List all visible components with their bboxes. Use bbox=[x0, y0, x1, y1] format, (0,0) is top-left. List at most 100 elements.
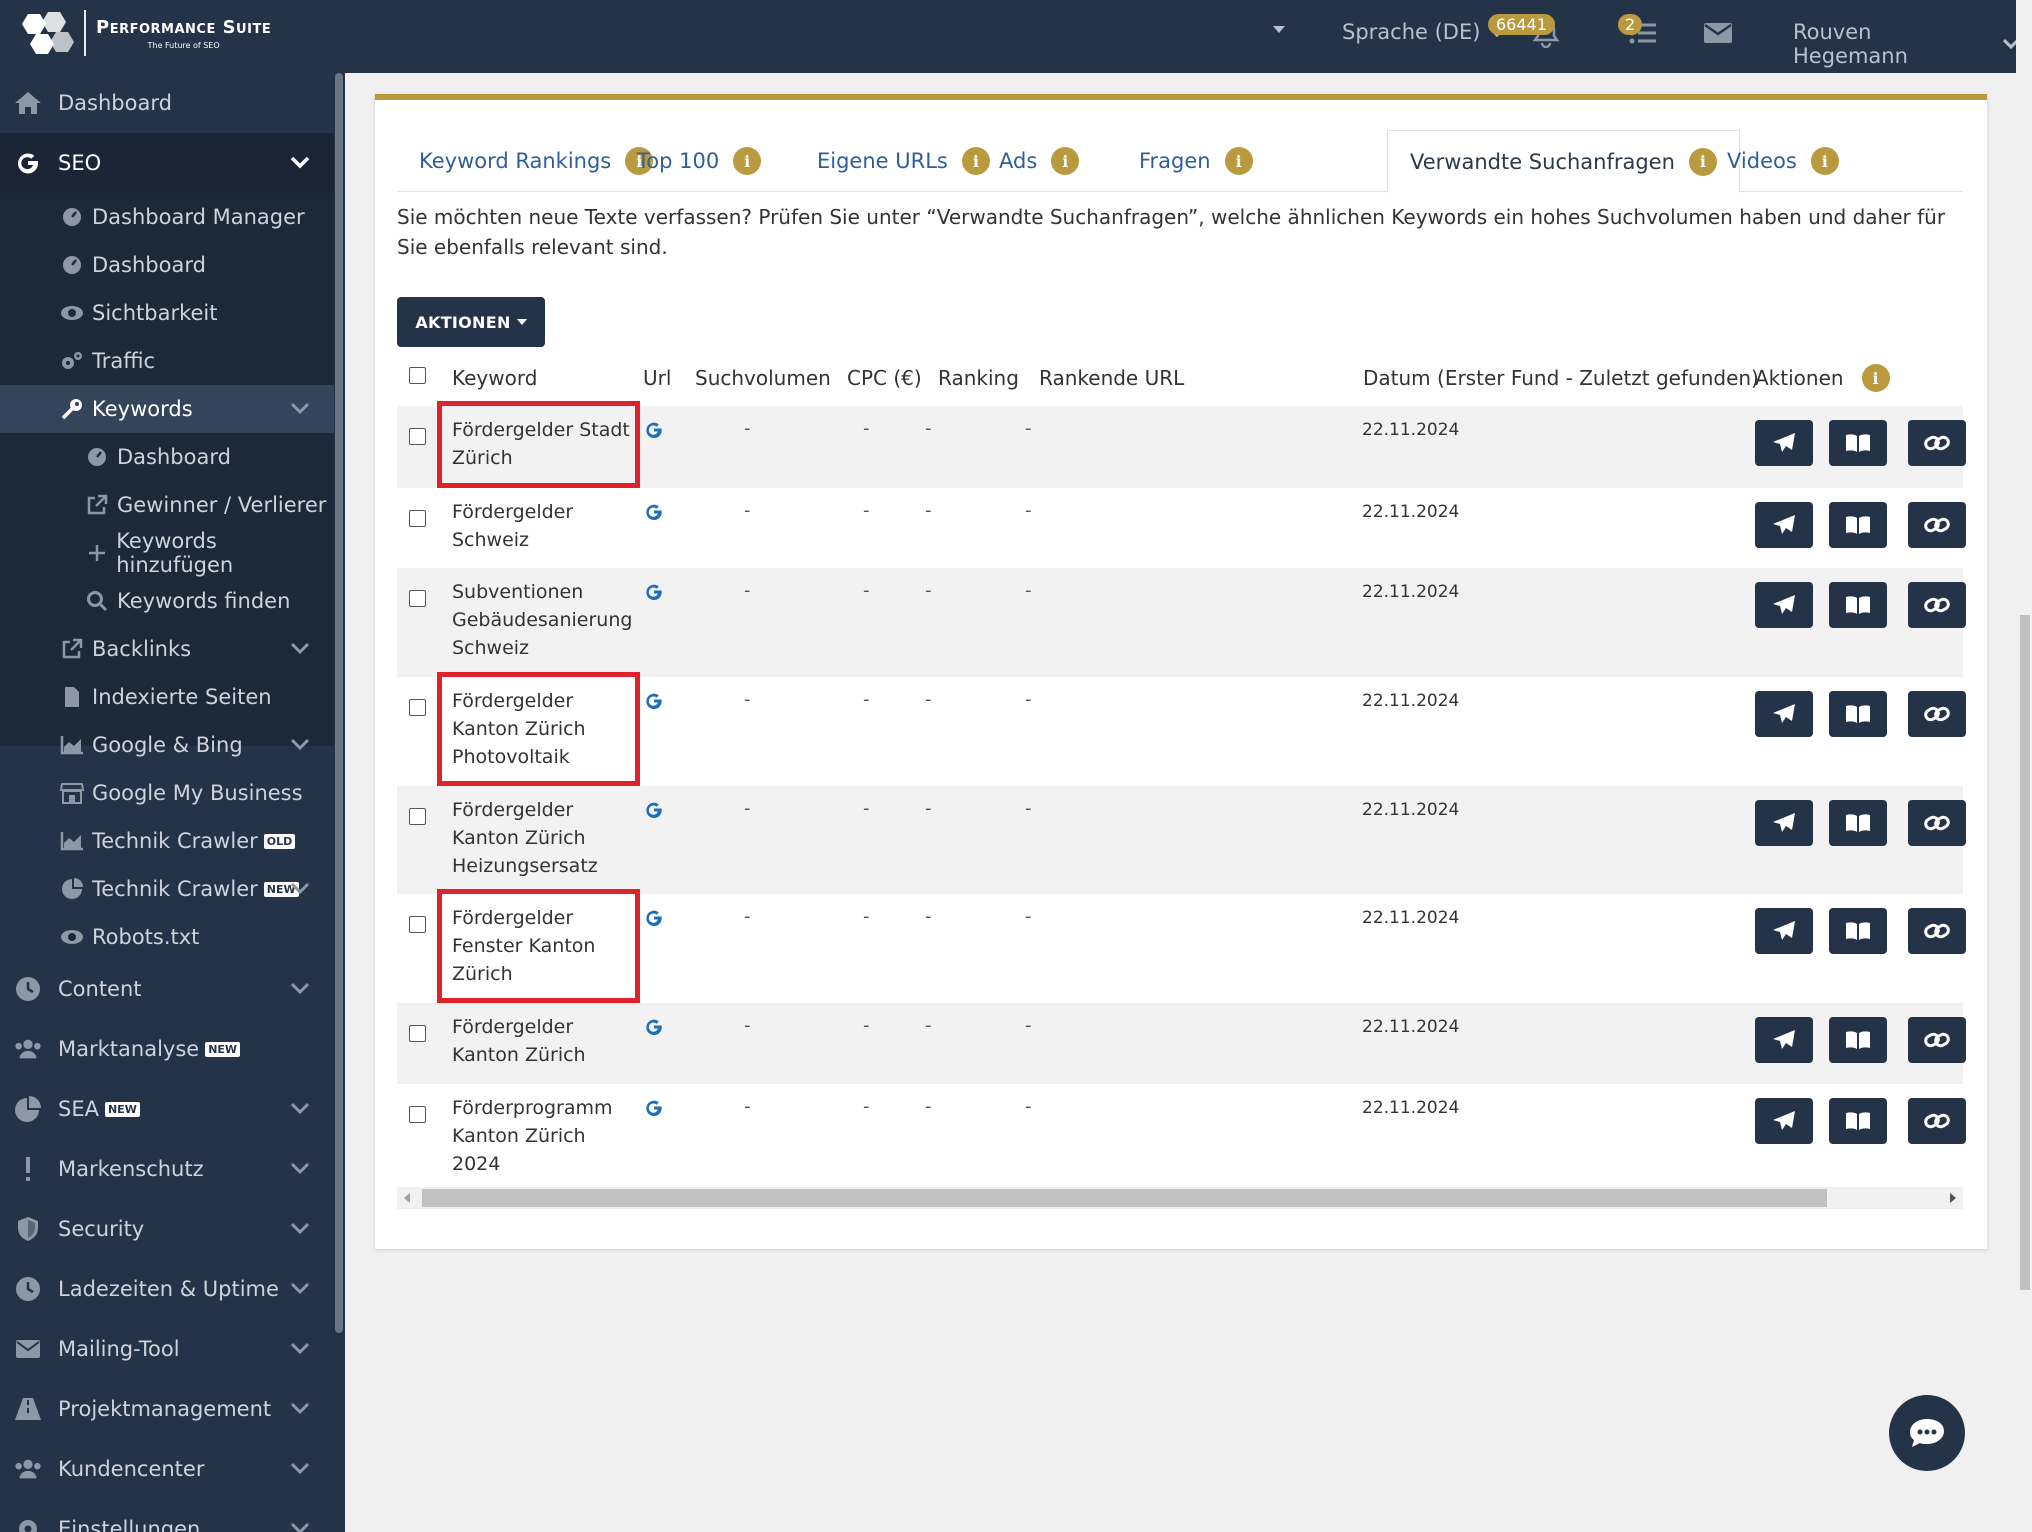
google-g-icon[interactable] bbox=[644, 800, 664, 820]
send-button[interactable] bbox=[1755, 582, 1813, 628]
col-cpc[interactable]: CPC (€) bbox=[847, 354, 922, 402]
scroll-right-arrow-icon[interactable] bbox=[1949, 1193, 1957, 1203]
sidebar-item-einstellungen[interactable]: Einstellungen bbox=[0, 1499, 334, 1532]
sidebar-item-google-bing[interactable]: Google & Bing bbox=[0, 721, 334, 769]
book-button[interactable] bbox=[1829, 800, 1887, 846]
language-selector[interactable]: Sprache (DE) bbox=[1342, 20, 1506, 44]
sidebar-item-ladezeiten[interactable]: Ladezeiten & Uptime bbox=[0, 1259, 334, 1319]
sidebar-item-crawler-old[interactable]: Technik Crawler OLD bbox=[0, 817, 334, 865]
send-button[interactable] bbox=[1755, 1017, 1813, 1063]
page-scrollbar[interactable] bbox=[2016, 0, 2032, 1532]
tab-ads[interactable]: Ads i bbox=[999, 130, 1080, 192]
send-button[interactable] bbox=[1755, 800, 1813, 846]
sidebar-item-traffic[interactable]: Traffic bbox=[0, 337, 334, 385]
google-g-icon[interactable] bbox=[644, 908, 664, 928]
book-button[interactable] bbox=[1829, 582, 1887, 628]
row-checkbox[interactable] bbox=[409, 699, 426, 716]
sidebar-scrollbar[interactable] bbox=[335, 73, 343, 1333]
send-button[interactable] bbox=[1755, 908, 1813, 954]
col-ranking[interactable]: Ranking bbox=[938, 354, 1019, 402]
sidebar-item-kunden[interactable]: Kundencenter bbox=[0, 1439, 334, 1499]
col-volume[interactable]: Suchvolumen bbox=[695, 354, 831, 402]
row-checkbox[interactable] bbox=[409, 916, 426, 933]
book-button[interactable] bbox=[1829, 691, 1887, 737]
send-button[interactable] bbox=[1755, 420, 1813, 466]
sidebar-item-dashboard[interactable]: Dashboard bbox=[0, 73, 334, 133]
sidebar-item-kw-dashboard[interactable]: Dashboard bbox=[0, 433, 334, 481]
send-button[interactable] bbox=[1755, 691, 1813, 737]
google-g-icon[interactable] bbox=[644, 582, 664, 602]
sidebar-item-marktanalyse[interactable]: Marktanalyse NEW bbox=[0, 1019, 334, 1079]
page-scrollbar-thumb[interactable] bbox=[2020, 615, 2030, 1290]
sidebar-item-content[interactable]: Content bbox=[0, 959, 334, 1019]
app-logo[interactable]: Performance Suite The Future of SEO bbox=[18, 10, 271, 56]
sidebar-item-keywords[interactable]: Keywords bbox=[0, 385, 334, 433]
row-checkbox[interactable] bbox=[409, 808, 426, 825]
book-button[interactable] bbox=[1829, 502, 1887, 548]
sidebar-item-kw-find[interactable]: Keywords finden bbox=[0, 577, 334, 625]
tab-videos[interactable]: Videos i bbox=[1727, 130, 1839, 192]
sidebar-item-gmb[interactable]: Google My Business bbox=[0, 769, 334, 817]
user-menu[interactable]: Rouven Hegemann bbox=[1793, 20, 2020, 68]
sidebar-item-backlinks[interactable]: Backlinks bbox=[0, 625, 334, 673]
sidebar-item-crawler-new[interactable]: Technik Crawler NEW bbox=[0, 865, 334, 913]
row-checkbox[interactable] bbox=[409, 1106, 426, 1123]
google-g-icon[interactable] bbox=[644, 691, 664, 711]
info-icon[interactable]: i bbox=[1861, 364, 1890, 392]
book-button[interactable] bbox=[1829, 908, 1887, 954]
info-icon[interactable]: i bbox=[961, 147, 990, 175]
scroll-left-arrow-icon[interactable] bbox=[403, 1193, 411, 1203]
info-icon[interactable]: i bbox=[733, 147, 762, 175]
tab-verwandte-suchanfragen[interactable]: Verwandte Suchanfragen i bbox=[1387, 130, 1740, 193]
chat-button[interactable] bbox=[1889, 1395, 1965, 1471]
sidebar-item-indexierte[interactable]: Indexierte Seiten bbox=[0, 673, 334, 721]
link-button[interactable] bbox=[1908, 582, 1966, 628]
select-all-checkbox[interactable] bbox=[409, 367, 426, 384]
sidebar-item-dashboard-manager[interactable]: Dashboard Manager bbox=[0, 193, 334, 241]
col-date[interactable]: Datum (Erster Fund - Zuletzt gefunden) bbox=[1363, 354, 1759, 402]
link-button[interactable] bbox=[1908, 1098, 1966, 1144]
tab-fragen[interactable]: Fragen i bbox=[1139, 130, 1253, 192]
tab-eigene-urls[interactable]: Eigene URLs i bbox=[817, 130, 990, 192]
google-g-icon[interactable] bbox=[644, 1098, 664, 1118]
google-g-icon[interactable] bbox=[644, 502, 664, 522]
col-keyword[interactable]: Keyword bbox=[452, 354, 537, 402]
info-icon[interactable]: i bbox=[1051, 147, 1080, 175]
project-dropdown-caret[interactable] bbox=[1272, 24, 1286, 34]
book-button[interactable] bbox=[1829, 1098, 1887, 1144]
sidebar-item-seo-dashboard[interactable]: Dashboard bbox=[0, 241, 334, 289]
google-g-icon[interactable] bbox=[644, 1017, 664, 1037]
row-checkbox[interactable] bbox=[409, 1025, 426, 1042]
sidebar-item-markenschutz[interactable]: Markenschutz bbox=[0, 1139, 334, 1199]
google-g-icon[interactable] bbox=[644, 420, 664, 440]
info-icon[interactable]: i bbox=[1810, 147, 1839, 175]
col-url[interactable]: Url bbox=[643, 354, 671, 402]
link-button[interactable] bbox=[1908, 800, 1966, 846]
sidebar-item-projekt[interactable]: Projektmanagement bbox=[0, 1379, 334, 1439]
sidebar-item-mailing[interactable]: Mailing-Tool bbox=[0, 1319, 334, 1379]
col-ranking-url[interactable]: Rankende URL bbox=[1039, 354, 1184, 402]
row-checkbox[interactable] bbox=[409, 428, 426, 445]
link-button[interactable] bbox=[1908, 502, 1966, 548]
sidebar-item-sea[interactable]: SEA NEW bbox=[0, 1079, 334, 1139]
messages-button[interactable] bbox=[1703, 22, 1733, 44]
tab-top-100[interactable]: Top 100 i bbox=[637, 130, 762, 192]
book-button[interactable] bbox=[1829, 420, 1887, 466]
tab-keyword-rankings[interactable]: Keyword Rankings i bbox=[419, 130, 654, 192]
sidebar-item-sichtbarkeit[interactable]: Sichtbarkeit bbox=[0, 289, 334, 337]
sidebar-item-kw-add[interactable]: Keywords hinzufügen bbox=[0, 529, 334, 577]
row-checkbox[interactable] bbox=[409, 510, 426, 527]
sidebar-item-robots[interactable]: Robots.txt bbox=[0, 913, 334, 961]
send-button[interactable] bbox=[1755, 1098, 1813, 1144]
table-scrollbar-thumb[interactable] bbox=[422, 1189, 1827, 1207]
row-checkbox[interactable] bbox=[409, 590, 426, 607]
link-button[interactable] bbox=[1908, 420, 1966, 466]
sidebar-item-security[interactable]: Security bbox=[0, 1199, 334, 1259]
send-button[interactable] bbox=[1755, 502, 1813, 548]
link-button[interactable] bbox=[1908, 691, 1966, 737]
table-horizontal-scrollbar[interactable] bbox=[397, 1187, 1963, 1209]
actions-dropdown-button[interactable]: AKTIONEN bbox=[397, 297, 545, 347]
book-button[interactable] bbox=[1829, 1017, 1887, 1063]
link-button[interactable] bbox=[1908, 908, 1966, 954]
info-icon[interactable]: i bbox=[1224, 147, 1253, 175]
